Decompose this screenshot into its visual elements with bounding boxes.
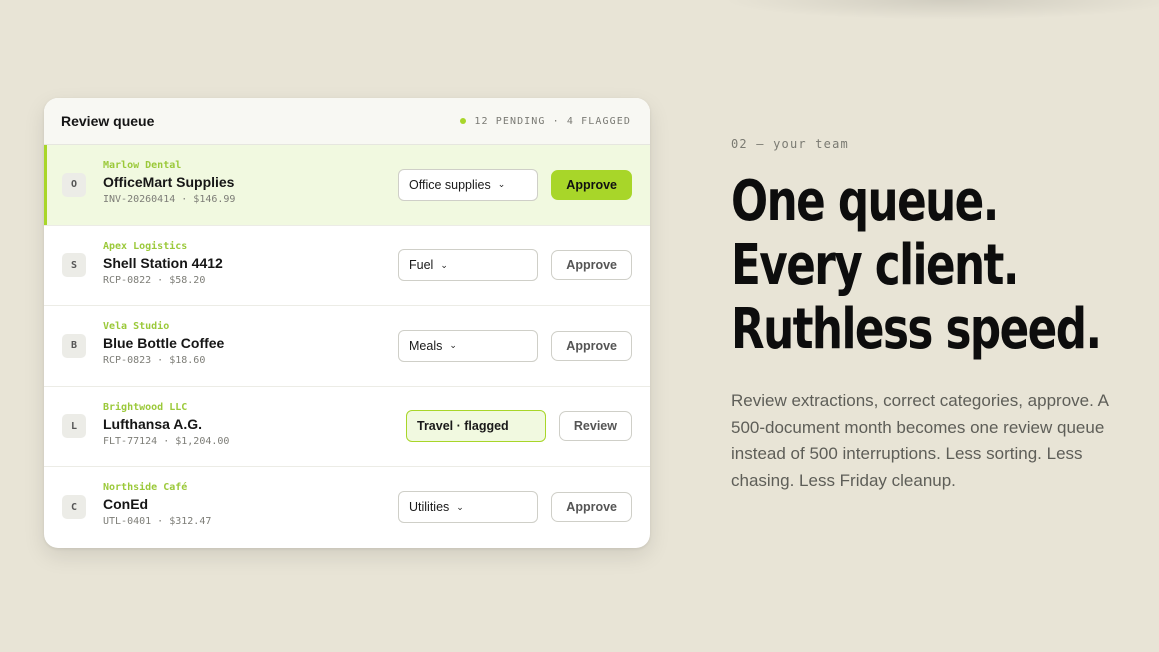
category-select[interactable]: Utilities ⌄ bbox=[398, 491, 538, 524]
client-avatar: L bbox=[62, 414, 86, 439]
category-select[interactable]: Office supplies ⌄ bbox=[398, 168, 538, 201]
client-name: Northside Café bbox=[103, 482, 188, 493]
vendor-name: OfficeMart Supplies bbox=[103, 174, 235, 190]
queue-row[interactable]: L Brightwood LLC Lufthansa A.G. FLT-7712… bbox=[44, 387, 650, 467]
top-shadow bbox=[720, 0, 1159, 20]
card-header: Review queue 12 PENDING · 4 FLAGGED bbox=[44, 98, 650, 145]
category-select[interactable]: Fuel ⌄ bbox=[398, 249, 538, 282]
queue-row[interactable]: B Vela Studio Blue Bottle Coffee RCP-082… bbox=[44, 306, 650, 387]
vendor-name: Blue Bottle Coffee bbox=[103, 335, 225, 351]
approve-button[interactable]: Approve bbox=[551, 492, 632, 523]
queue-row[interactable]: O Marlow Dental OfficeMart Supplies INV-… bbox=[44, 145, 650, 226]
client-avatar: B bbox=[62, 333, 86, 358]
hero-headline: One queue. Every client. Ruthless speed. bbox=[731, 169, 1102, 362]
client-name: Vela Studio bbox=[103, 321, 170, 332]
client-name: Marlow Dental bbox=[103, 160, 182, 171]
review-button[interactable]: Review bbox=[558, 411, 632, 442]
chevron-down-icon: ⌄ bbox=[497, 179, 506, 190]
queue-row[interactable]: C Northside Café ConEd UTL-0401 · $312.4… bbox=[44, 467, 650, 548]
approve-button[interactable]: Approve bbox=[551, 169, 632, 200]
queue-title: Review queue bbox=[61, 113, 155, 129]
client-avatar: C bbox=[62, 495, 86, 520]
headline-line: One queue. bbox=[731, 169, 999, 234]
hero-body: Review extractions, correct categories, … bbox=[731, 391, 1109, 490]
chevron-down-icon: ⌄ bbox=[440, 259, 448, 270]
approve-button[interactable]: Approve bbox=[551, 250, 632, 281]
category-select[interactable]: Meals ⌄ bbox=[398, 329, 538, 362]
headline-line: Every client. bbox=[731, 233, 1019, 298]
queue-status-text: 12 PENDING · 4 FLAGGED bbox=[474, 115, 631, 127]
vendor-name: Shell Station 4412 bbox=[103, 254, 223, 271]
queue-status: 12 PENDING · 4 FLAGGED bbox=[460, 116, 631, 127]
approve-button[interactable]: Approve bbox=[551, 330, 632, 361]
status-dot-icon bbox=[460, 118, 467, 124]
section-eyebrow: 02 — your team bbox=[731, 137, 849, 151]
document-meta: RCP-0823 · $18.60 bbox=[103, 355, 206, 366]
client-name: Brightwood LLC bbox=[103, 401, 188, 413]
review-queue-card: Review queue 12 PENDING · 4 FLAGGED O Ma… bbox=[44, 98, 650, 548]
chevron-down-icon: ⌄ bbox=[456, 501, 464, 512]
headline-line: Ruthless speed. bbox=[731, 297, 1102, 362]
vendor-name: Lufthansa A.G. bbox=[103, 415, 203, 432]
category-value: Fuel bbox=[409, 258, 434, 273]
vendor-name: ConEd bbox=[103, 496, 149, 512]
client-avatar: S bbox=[62, 253, 86, 278]
category-value: Office supplies bbox=[409, 177, 491, 192]
document-meta: UTL-0401 · $312.47 bbox=[103, 516, 212, 527]
document-meta: INV-20260414 · $146.99 bbox=[103, 194, 236, 205]
client-name: Apex Logistics bbox=[103, 240, 188, 252]
document-meta: FLT-77124 · $1,204.00 bbox=[103, 435, 230, 447]
client-avatar: O bbox=[62, 172, 86, 197]
queue-row[interactable]: S Apex Logistics Shell Station 4412 RCP-… bbox=[44, 226, 650, 306]
category-value: Meals bbox=[409, 338, 443, 353]
document-meta: RCP-0822 · $58.20 bbox=[103, 274, 206, 286]
category-value: Utilities bbox=[409, 500, 450, 515]
flagged-category-chip[interactable]: Travel · flagged bbox=[406, 410, 546, 443]
chevron-down-icon: ⌄ bbox=[449, 340, 457, 351]
category-value: Travel · flagged bbox=[417, 419, 509, 434]
